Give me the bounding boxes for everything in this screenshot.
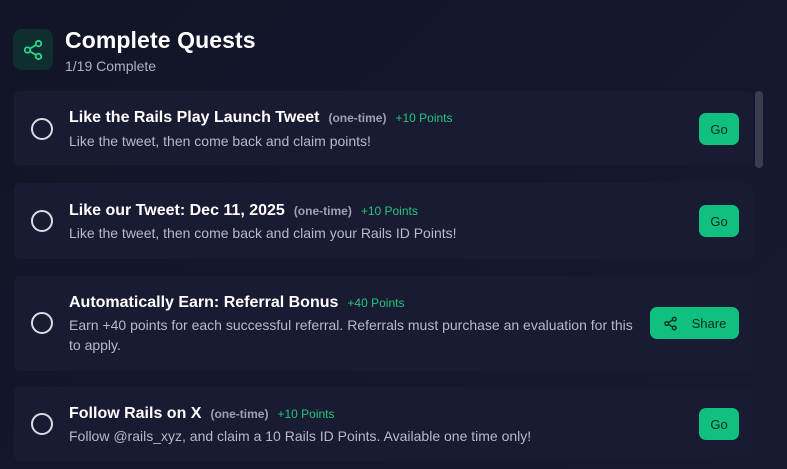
quest-card: Follow Rails on X (one-time) +10 Points …: [14, 387, 753, 461]
quest-description: Follow @rails_xyz, and claim a 10 Rails …: [69, 428, 532, 444]
progress-text: 1/19 Complete: [65, 58, 157, 74]
go-button-label: Go: [710, 121, 728, 137]
quest-title: Follow Rails on X: [69, 405, 202, 422]
share-icon: [663, 316, 678, 331]
share-icon: [13, 29, 53, 70]
quest-checkbox[interactable]: [31, 118, 53, 140]
quest-tag: (one-time): [328, 111, 387, 125]
go-button[interactable]: Go: [699, 205, 739, 237]
quest-title: Like our Tweet: Dec 11, 2025: [69, 202, 285, 219]
quest-checkbox[interactable]: [31, 312, 53, 334]
quest-points: +10 Points: [360, 204, 418, 218]
quest-points: +40 Points: [347, 296, 405, 310]
scrollbar-thumb[interactable]: [755, 91, 763, 168]
quest-card: Automatically Earn: Referral Bonus +40 P…: [14, 276, 753, 371]
go-button-label: Go: [710, 416, 728, 432]
quest-tag: (one-time): [293, 204, 352, 218]
page-header: Complete Quests 1/19 Complete: [13, 27, 256, 74]
quest-title: Like the Rails Play Launch Tweet: [69, 109, 320, 126]
share-button-label: Share: [691, 315, 727, 331]
quest-tag: (one-time): [210, 407, 269, 421]
quest-description: Like the tweet, then come back and claim…: [69, 225, 457, 241]
quest-card: Like our Tweet: Dec 11, 2025 (one-time) …: [14, 183, 753, 259]
quest-description: Earn +40 points for each successful refe…: [69, 317, 633, 353]
quest-description: Like the tweet, then come back and claim…: [69, 133, 371, 149]
quest-points: +10 Points: [277, 407, 335, 421]
quest-checkbox[interactable]: [31, 413, 53, 435]
quest-checkbox[interactable]: [31, 210, 53, 232]
page-title: Complete Quests: [65, 27, 256, 53]
quest-title: Automatically Earn: Referral Bonus: [69, 294, 339, 311]
go-button[interactable]: Go: [699, 113, 739, 145]
go-button[interactable]: Go: [699, 408, 739, 440]
quest-card: Like the Rails Play Launch Tweet (one-ti…: [14, 91, 753, 165]
quest-points: +10 Points: [395, 111, 453, 125]
share-button[interactable]: Share: [650, 307, 739, 339]
go-button-label: Go: [710, 213, 728, 229]
